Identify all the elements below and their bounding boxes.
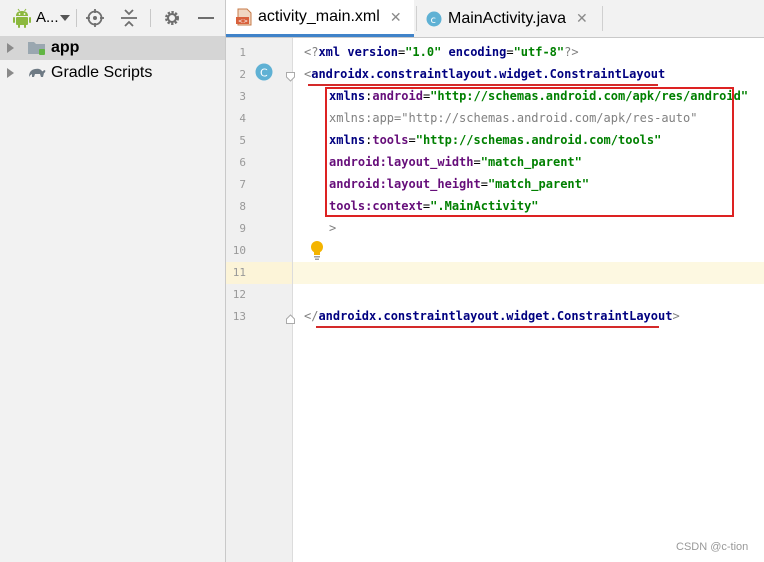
tree-item-gradle-scripts[interactable]: Gradle Scripts xyxy=(0,61,225,85)
svg-text:c: c xyxy=(431,15,437,26)
expand-arrow-icon[interactable] xyxy=(7,68,14,78)
line-number: 13 xyxy=(232,310,246,323)
java-class-icon: c xyxy=(426,11,442,27)
hide-panel-icon[interactable] xyxy=(194,6,218,30)
expand-arrow-icon[interactable] xyxy=(7,43,14,53)
tab-label: activity_main.xml xyxy=(258,8,380,25)
android-icon[interactable] xyxy=(10,6,34,30)
annotation-underline-close-tag xyxy=(316,326,659,328)
fold-expand-icon[interactable] xyxy=(286,311,295,324)
svg-text:C: C xyxy=(260,67,268,80)
line-number: 2 xyxy=(239,68,246,81)
line-number: 9 xyxy=(239,222,246,235)
collapse-all-icon[interactable] xyxy=(117,6,141,30)
locate-file-icon[interactable] xyxy=(83,6,107,30)
line-number: 1 xyxy=(239,46,246,59)
tree-item-label: Gradle Scripts xyxy=(51,64,153,81)
tab-label: MainActivity.java xyxy=(448,9,566,27)
line-number: 10 xyxy=(232,244,246,257)
line-number: 8 xyxy=(239,200,246,213)
line-number: 7 xyxy=(239,178,246,191)
tree-item-label: app xyxy=(51,39,80,56)
tree-item-app[interactable]: app xyxy=(0,36,225,60)
svg-text:<>: <> xyxy=(238,18,248,25)
close-icon[interactable]: ✕ xyxy=(576,10,588,27)
annotation-box-attributes xyxy=(325,87,734,217)
fold-collapse-icon[interactable] xyxy=(286,69,295,82)
chevron-down-icon[interactable] xyxy=(58,6,72,30)
annotation-underline-open-tag xyxy=(308,84,658,86)
gear-icon[interactable] xyxy=(160,6,184,30)
current-line-highlight xyxy=(226,262,764,284)
code-line-9[interactable]: > xyxy=(329,217,336,239)
gradle-elephant-icon xyxy=(27,65,47,81)
tab-mainactivity-java[interactable]: c MainActivity.java ✕ xyxy=(418,0,600,37)
line-number: 12 xyxy=(232,288,246,301)
line-number: 3 xyxy=(239,90,246,103)
gutter-separator xyxy=(292,38,293,562)
line-number: 4 xyxy=(239,112,246,125)
class-gutter-icon[interactable]: C xyxy=(255,63,273,86)
project-toolbar: A... xyxy=(0,0,225,36)
line-number: 11 xyxy=(232,266,246,279)
code-line-2[interactable]: <androidx.constraintlayout.widget.Constr… xyxy=(304,63,665,85)
project-view-label[interactable]: A... xyxy=(36,9,59,26)
line-number: 5 xyxy=(239,134,246,147)
code-line-13[interactable]: </androidx.constraintlayout.widget.Const… xyxy=(304,305,680,327)
line-number: 6 xyxy=(239,156,246,169)
code-line-1[interactable]: <?xml version="1.0" encoding="utf-8"?> xyxy=(304,41,579,63)
editor-tab-bar: <> activity_main.xml ✕ c MainActivity.ja… xyxy=(226,0,764,38)
lightbulb-icon[interactable] xyxy=(309,240,325,265)
xml-file-icon: <> xyxy=(236,8,252,26)
close-icon[interactable]: ✕ xyxy=(390,9,402,26)
tab-activity-main-xml[interactable]: <> activity_main.xml ✕ xyxy=(226,0,414,37)
watermark: CSDN @c-tion xyxy=(676,541,749,553)
module-folder-icon xyxy=(27,40,47,56)
